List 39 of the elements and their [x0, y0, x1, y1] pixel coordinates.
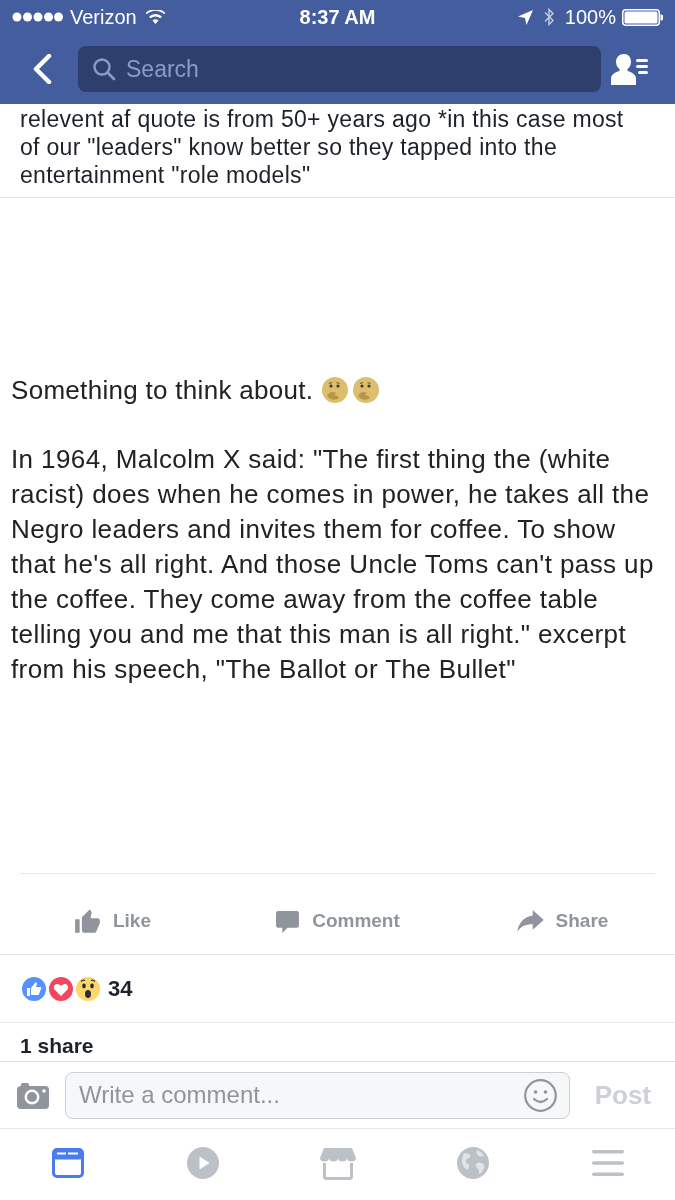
share-button[interactable]: Share — [516, 906, 609, 936]
reaction-count[interactable]: 34 — [108, 972, 133, 1005]
search-icon — [92, 57, 116, 81]
clock-time: 8:37 AM — [299, 5, 376, 29]
comment-text: relevent af quote is from 50+ years ago *in this case most of our "leaders" know better so they tapped into the entertainment "role models" — [20, 105, 624, 189]
window-icon — [51, 1148, 84, 1178]
camera-button[interactable] — [17, 1081, 49, 1109]
heart-reaction-icon — [47, 974, 75, 1003]
back-chevron-icon — [32, 54, 52, 84]
search-field[interactable]: Search — [78, 46, 601, 92]
surprised-face-icon — [74, 974, 102, 1003]
carrier-name: Verizon — [70, 5, 137, 29]
location-arrow-icon — [517, 9, 533, 25]
thinking-face-icon — [352, 376, 381, 404]
post-body-text: In 1964, Malcolm X said: "The first thing the (white racist) does when he comes in power, he takes all the Negro leaders and invites them for coffee. To show that he's all right. And those Uncle Toms can't pass up the coffee. They come away from the coffee table telling you and me that this man is all right." excerpt from his speech, "The Ballot or The Bullet" — [11, 443, 654, 686]
share-count[interactable]: 1 share — [20, 1033, 94, 1058]
globe-icon — [456, 1147, 489, 1179]
speech-bubble-icon — [275, 908, 301, 934]
person-list-icon — [611, 53, 649, 85]
share-arrow-icon — [516, 910, 544, 932]
camera-icon — [17, 1081, 49, 1109]
comment-button[interactable]: Comment — [275, 906, 400, 936]
post-intro-text: Something to think about. — [11, 374, 314, 406]
like-reaction-icon — [20, 974, 48, 1003]
friend-requests-button[interactable] — [610, 52, 650, 86]
battery-icon — [622, 8, 663, 26]
thinking-face-icon — [321, 376, 350, 404]
bluetooth-icon — [543, 8, 554, 26]
smiley-icon — [524, 1078, 557, 1112]
battery-percent: 100% — [564, 5, 616, 29]
storefront-icon — [319, 1146, 356, 1180]
like-button[interactable]: Like — [74, 906, 151, 936]
thumbs-up-icon — [74, 908, 101, 934]
wifi-icon — [145, 10, 165, 24]
play-icon — [186, 1147, 219, 1179]
comment-field[interactable]: Write a comment... — [65, 1071, 570, 1119]
back-button[interactable] — [31, 53, 53, 85]
signal-dots-icon — [12, 12, 63, 22]
menu-icon — [591, 1150, 624, 1176]
